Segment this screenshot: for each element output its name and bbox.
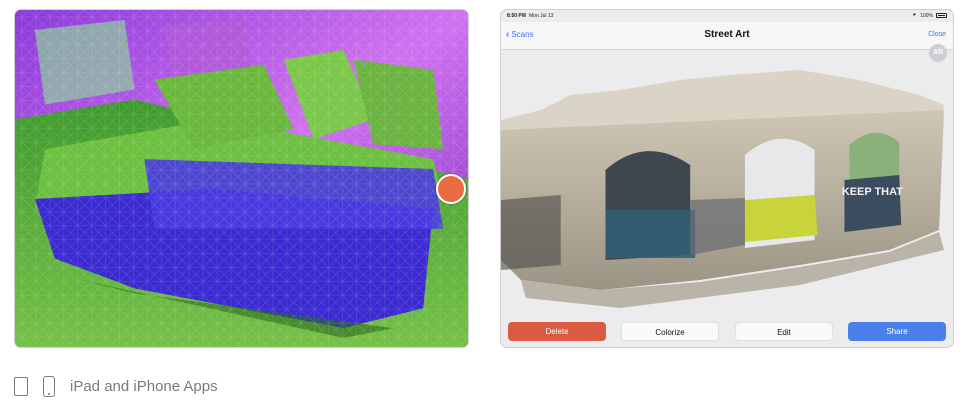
battery-icon (936, 13, 947, 18)
status-date: Mon Jul 13 (529, 13, 554, 19)
mesh-scan-screenshot (14, 9, 469, 348)
street-art-scan: KEEP THAT (501, 70, 945, 308)
status-time: 8:50 PM (507, 13, 526, 19)
page-title: Street Art (704, 29, 750, 40)
graffiti-keep-text: KEEP THAT (842, 186, 903, 198)
share-button[interactable]: Share (848, 322, 946, 341)
point-cloud-view[interactable]: KEEP THAT (501, 50, 953, 310)
delete-button[interactable]: Delete (508, 322, 606, 341)
navigation-bar: ‹ Scans Street Art Close (501, 22, 953, 50)
colorize-button[interactable]: Colorize (621, 322, 719, 341)
caption-text: iPad and iPhone Apps (70, 378, 218, 395)
status-bar: 8:50 PM Mon Jul 13 ◕ 100% (501, 10, 953, 22)
mesh-scan-view (15, 10, 468, 347)
ipad-app-screenshot: 8:50 PM Mon Jul 13 ◕ 100% ‹ Scans Street … (500, 9, 954, 348)
edit-button[interactable]: Edit (735, 322, 833, 341)
iphone-icon (43, 376, 55, 397)
status-battery-percent: 100% (920, 13, 933, 19)
close-button[interactable]: Close (928, 31, 946, 38)
ipad-icon (14, 377, 28, 396)
capture-button[interactable] (436, 174, 466, 204)
ar-button[interactable]: AR (929, 44, 947, 62)
wifi-icon: ◕ (912, 12, 916, 18)
